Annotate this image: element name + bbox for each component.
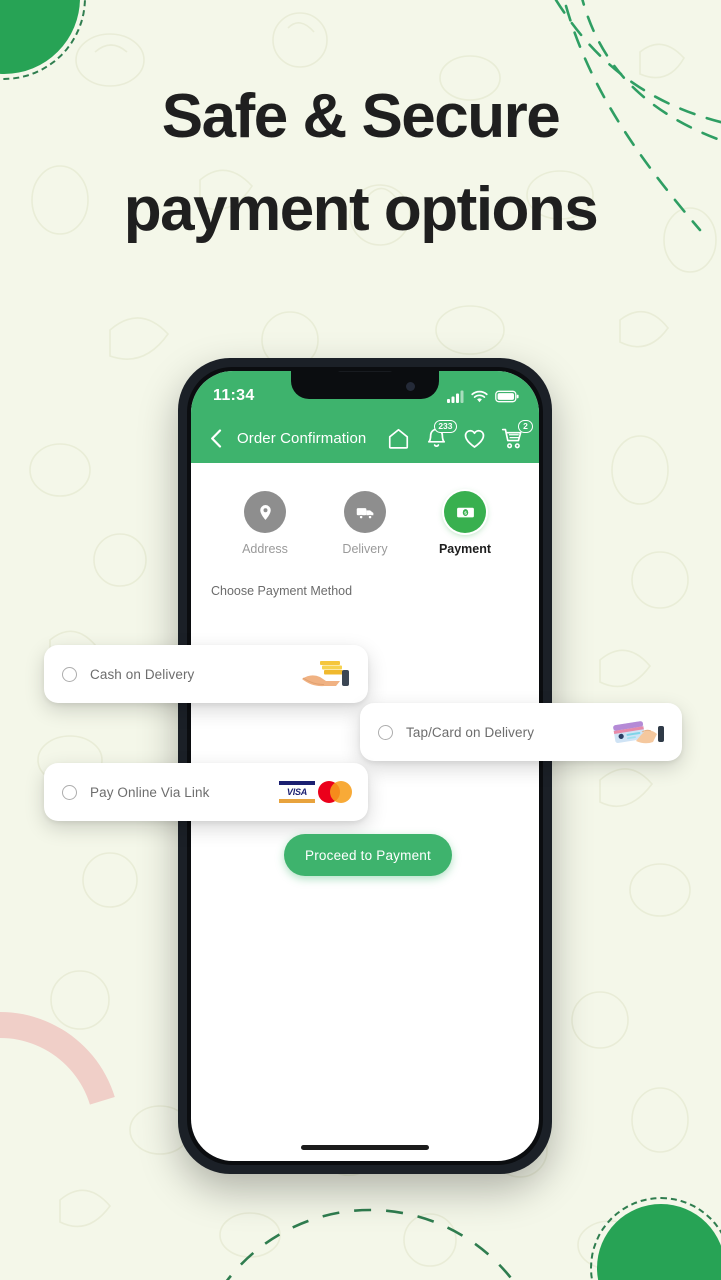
radio-cash-on-delivery[interactable] [62,666,77,682]
hand-holding-cash-icon [298,657,352,691]
cart-badge: 2 [518,419,533,433]
radio-tap-card-on-delivery[interactable] [378,724,393,740]
payment-option-cash-on-delivery[interactable]: Cash on Delivery [44,645,368,703]
choose-payment-method-label: Choose Payment Method [211,584,353,598]
step-delivery[interactable]: Delivery [321,491,409,556]
nav-bar: Order Confirmation 233 2 [191,413,539,463]
step-address[interactable]: Address [221,491,309,556]
svg-text:$: $ [464,510,467,516]
nav-actions: 233 2 [386,419,533,451]
home-button[interactable] [386,426,411,451]
heart-icon [464,429,485,448]
cart-button[interactable]: 2 [500,419,533,451]
headline-line-1: Safe & Secure [161,82,561,151]
notifications-button[interactable]: 233 [424,419,457,451]
battery-icon [495,390,519,402]
status-clock: 11:34 [213,387,255,404]
payment-option-label: Cash on Delivery [90,666,195,682]
notifications-badge: 233 [433,419,457,433]
proceed-to-payment-button[interactable]: Proceed to Payment [284,834,452,876]
radio-pay-online-via-link[interactable] [62,784,77,800]
mastercard-logo [318,781,352,803]
step-payment[interactable]: $ Payment [421,491,509,556]
checkout-stepper: Address Delivery $ Payment [191,463,539,562]
earpiece-speaker-icon [338,371,392,372]
signal-icon [447,390,464,403]
phone-notch [291,371,439,399]
payment-option-pay-online-via-link[interactable]: Pay Online Via Link VISA [44,763,368,821]
payment-option-tap-card-on-delivery[interactable]: Tap/Card on Delivery [360,703,682,761]
chevron-left-icon [211,428,222,448]
front-camera-icon [406,382,415,391]
location-pin-icon [259,504,271,520]
visa-logo: VISA [279,781,315,803]
step-address-label: Address [242,542,288,556]
banknote-icon: $ [456,507,474,517]
home-indicator [301,1145,429,1150]
truck-icon [356,507,373,519]
payment-option-label: Tap/Card on Delivery [406,724,535,740]
step-payment-label: Payment [438,542,492,556]
back-button[interactable] [203,425,229,451]
hand-holding-card-icon [612,715,666,749]
status-icons [447,390,519,403]
wishlist-button[interactable] [462,426,487,451]
payment-option-label: Pay Online Via Link [90,784,210,800]
wifi-icon [471,390,488,402]
step-delivery-dot [344,491,386,533]
visa-mastercard-icon: VISA [279,781,352,803]
step-delivery-label: Delivery [342,542,388,556]
step-address-dot [244,491,286,533]
home-icon [388,428,409,449]
headline-line-2: payment options [123,175,599,244]
nav-title: Order Confirmation [237,429,367,447]
step-payment-dot: $ [444,491,486,533]
page-title: Safe & Secure payment options [0,70,721,256]
